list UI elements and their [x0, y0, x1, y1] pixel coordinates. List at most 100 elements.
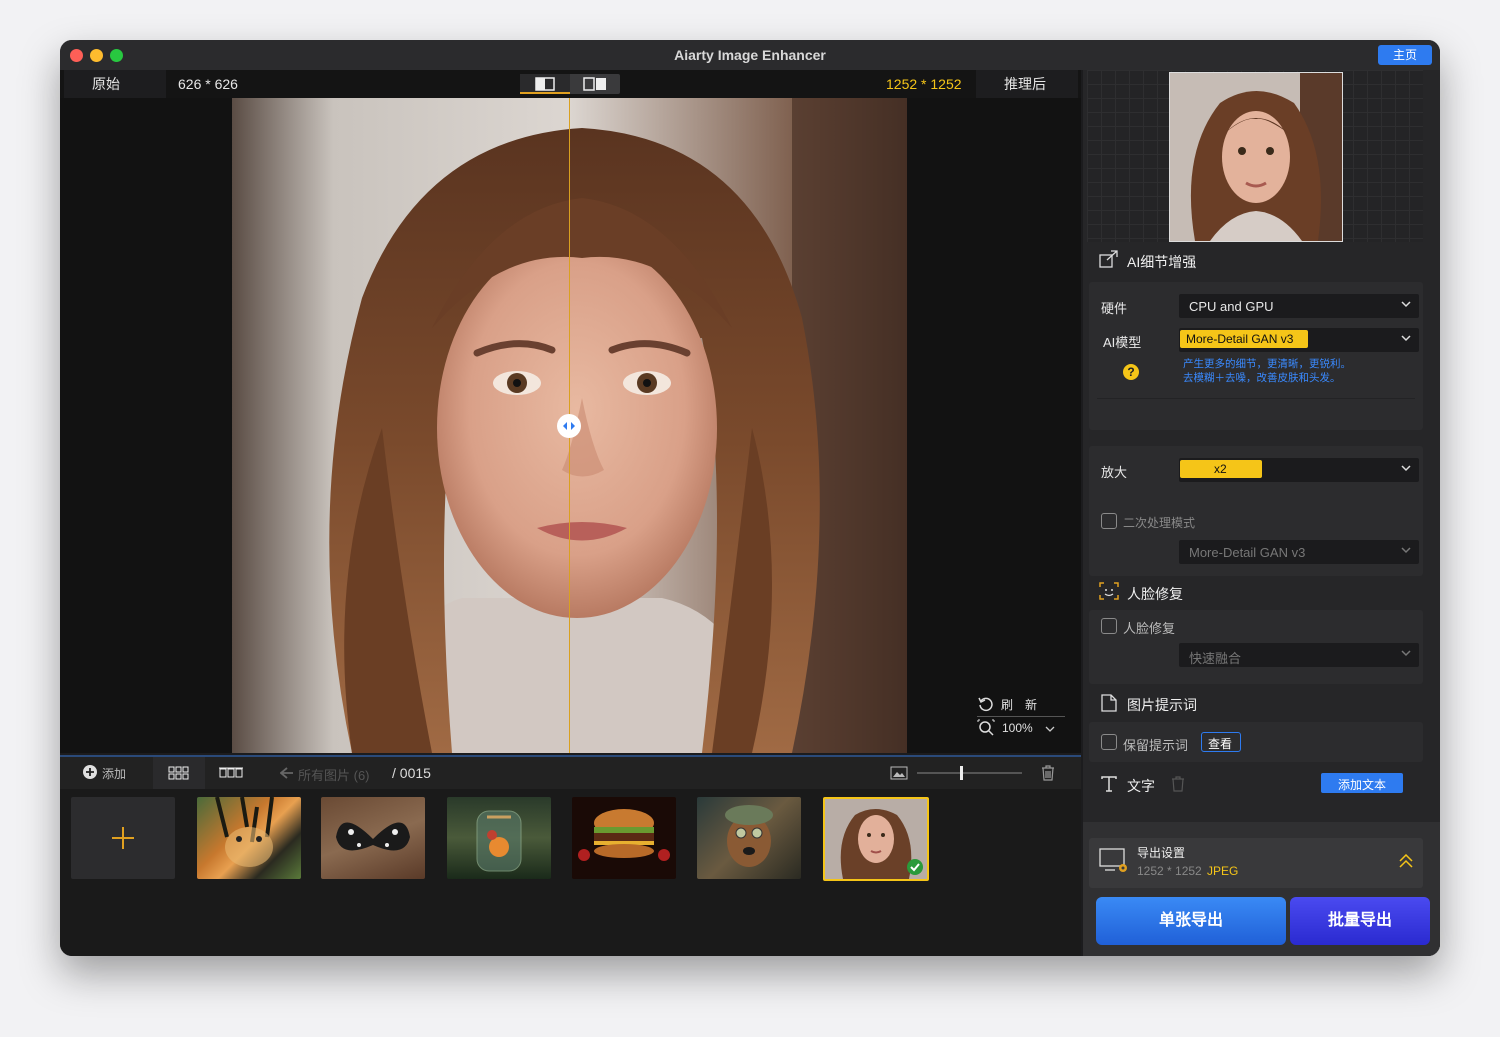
export-settings[interactable]: 导出设置 1252 * 1252 JPEG — [1089, 838, 1423, 888]
add-image-button[interactable]: 添加 — [80, 763, 150, 783]
chevron-double-up-icon[interactable] — [1399, 854, 1413, 868]
original-tab[interactable]: 原始 — [64, 70, 166, 98]
burger-image — [578, 809, 670, 861]
add-text-button[interactable]: 添加文本 — [1321, 773, 1403, 793]
ai-model-dropdown[interactable]: More-Detail GAN v3 — [1179, 328, 1419, 352]
batch-export-button[interactable]: 批量导出 — [1290, 897, 1430, 945]
image-prompt-section: 保留提示词 查看 — [1089, 722, 1423, 762]
keep-prompt-label: 保留提示词 — [1123, 738, 1189, 753]
enhanced-label: 推理后 — [1004, 76, 1046, 92]
chevron-down-icon — [1401, 547, 1411, 554]
thumb-size-slider[interactable] — [917, 766, 1022, 780]
single-export-button[interactable]: 单张导出 — [1096, 897, 1286, 945]
all-images-label[interactable]: 所有图片 (6) — [298, 765, 370, 784]
refresh-label: 刷 新 — [1001, 698, 1038, 712]
refresh-icon — [978, 697, 993, 712]
export-format: JPEG — [1207, 864, 1239, 878]
drag-arrows-icon — [563, 422, 575, 430]
model-description-line2: 去模糊＋去噪，改善皮肤和头发。 — [1183, 372, 1341, 384]
secondary-model-value: More-Detail GAN v3 — [1189, 545, 1306, 560]
section-divider — [1097, 398, 1415, 399]
view-prompt-button[interactable]: 查看 — [1201, 732, 1241, 752]
secondary-mode-label: 二次处理模式 — [1123, 516, 1196, 530]
settings-sidebar: AI细节增强 硬件 CPU and GPU AI模型 More-Detail G… — [1083, 70, 1440, 956]
upscale-dropdown[interactable]: x2 — [1179, 458, 1419, 482]
home-button[interactable]: 主页 — [1378, 45, 1432, 65]
refresh-button[interactable]: 刷 新 — [977, 694, 1067, 714]
side-by-side-button[interactable] — [570, 74, 620, 94]
ai-model-value: More-Detail GAN v3 — [1186, 332, 1294, 346]
filmstrip-icon — [219, 767, 243, 778]
enhanced-tab[interactable]: 推理后 — [976, 70, 1078, 98]
thumbnail-jar[interactable] — [447, 797, 551, 879]
view-mode-toggle — [520, 74, 620, 94]
original-label: 原始 — [92, 76, 120, 92]
upscale-label: 放大 — [1101, 465, 1128, 480]
ai-model-label: AI模型 — [1103, 335, 1142, 350]
side-by-side-icon — [583, 77, 606, 91]
compare-handle[interactable] — [557, 414, 581, 438]
image-prompt-title: 图片提示词 — [1127, 697, 1197, 713]
keep-prompt-checkbox[interactable] — [1101, 734, 1117, 750]
chevron-down-icon — [1401, 335, 1411, 342]
image-count: / 0015 — [392, 765, 431, 781]
hardware-value: CPU and GPU — [1189, 299, 1274, 314]
app-window: Aiarty Image Enhancer 主页 原始 626 * 626 12… — [60, 40, 1440, 956]
window-title: Aiarty Image Enhancer — [674, 47, 826, 63]
chevron-down-icon — [1401, 301, 1411, 308]
secondary-mode-checkbox[interactable] — [1101, 513, 1117, 529]
face-mode-value: 快速融合 — [1189, 651, 1242, 666]
text-title: 文字 — [1127, 778, 1155, 794]
enhance-icon — [1099, 250, 1118, 268]
thumbnail-tiger[interactable] — [197, 797, 301, 879]
detail-enhance-title: AI细节增强 — [1127, 254, 1197, 270]
secondary-model-dropdown[interactable]: More-Detail GAN v3 — [1179, 540, 1419, 564]
compare-bar: 原始 626 * 626 1252 * 1252 推理后 — [60, 70, 1081, 98]
zoom-level: 100% — [1002, 721, 1033, 735]
enhanced-size: 1252 * 1252 — [886, 76, 962, 92]
navigator-thumbnail[interactable] — [1169, 72, 1343, 242]
back-arrow-icon[interactable] — [280, 767, 294, 779]
face-restore-checkbox[interactable] — [1101, 618, 1117, 634]
ai-model-highlight: More-Detail GAN v3 — [1180, 330, 1308, 348]
image-viewer[interactable]: 刷 新 100% — [60, 98, 1081, 753]
thumbnail-burger[interactable] — [572, 797, 676, 879]
add-text-label: 添加文本 — [1337, 778, 1386, 792]
add-image-tile[interactable] — [71, 797, 175, 879]
trash-icon[interactable] — [1041, 765, 1055, 781]
upscale-section: 放大 x2 二次处理模式 More-Detail GAN v3 — [1089, 446, 1423, 576]
filmstrip-view-button[interactable] — [207, 757, 259, 789]
hardware-dropdown[interactable]: CPU and GPU — [1179, 294, 1419, 318]
zoom-dropdown[interactable]: 100% — [977, 718, 1065, 738]
split-view-icon — [535, 77, 555, 91]
upscale-value: x2 — [1214, 462, 1227, 476]
grid-icon — [168, 766, 189, 780]
plus-icon — [112, 827, 134, 849]
thumbnail-portrait-selected[interactable] — [823, 797, 929, 881]
navigator-portrait-image — [1170, 73, 1342, 241]
export-settings-icon — [1099, 848, 1127, 872]
zoom-divider — [977, 716, 1065, 717]
help-icon[interactable]: ? — [1123, 364, 1139, 380]
navigator-panel — [1087, 70, 1423, 242]
upscale-highlight: x2 — [1180, 460, 1262, 478]
detail-enhance-section: 硬件 CPU and GPU AI模型 More-Detail GAN v3 ?… — [1089, 282, 1423, 430]
grid-view-button[interactable] — [153, 757, 205, 789]
split-view-button[interactable] — [520, 74, 570, 94]
slider-handle[interactable] — [960, 766, 963, 780]
model-description-line1: 产生更多的细节，更清晰，更锐利。 — [1183, 358, 1351, 370]
chevron-down-icon — [1401, 465, 1411, 472]
thumbnail-butterfly[interactable] — [321, 797, 425, 879]
export-settings-title: 导出设置 — [1137, 846, 1186, 860]
chevron-down-icon — [1401, 650, 1411, 657]
image-strip: 添加 所有图片 (6) / 0015 — [60, 755, 1081, 956]
tiger-image — [215, 797, 274, 867]
face-mode-dropdown[interactable]: 快速融合 — [1179, 643, 1419, 667]
face-restore-title: 人脸修复 — [1127, 586, 1183, 602]
face-scan-icon — [1099, 582, 1119, 600]
face-restore-section: 人脸修复 快速融合 — [1089, 610, 1423, 684]
delete-text-icon[interactable] — [1171, 776, 1185, 792]
jar-image — [476, 810, 522, 872]
check-icon — [910, 863, 920, 872]
thumbnail-dog[interactable] — [697, 797, 801, 879]
